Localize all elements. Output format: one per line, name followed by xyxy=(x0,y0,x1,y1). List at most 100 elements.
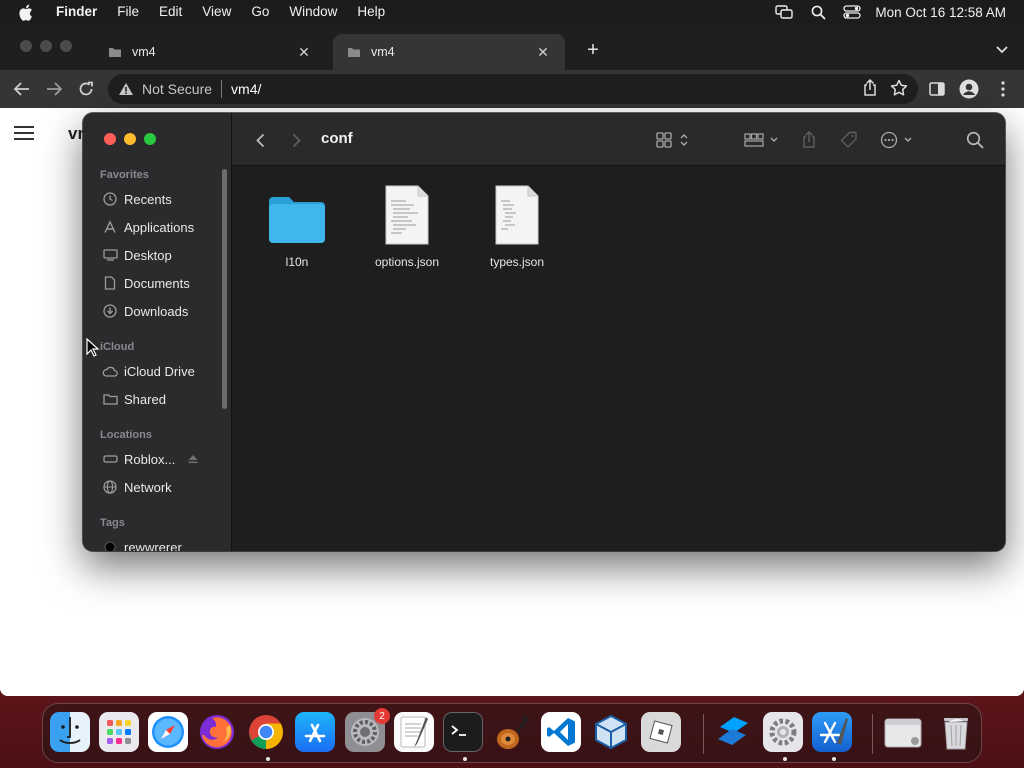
menu-go[interactable]: Go xyxy=(241,0,279,24)
menu-edit[interactable]: Edit xyxy=(149,0,192,24)
forward-arrow-icon[interactable] xyxy=(43,78,65,100)
finder-minimize-button[interactable] xyxy=(124,133,136,145)
warning-triangle-icon[interactable] xyxy=(118,81,136,97)
dock-firefox-icon[interactable] xyxy=(197,712,237,752)
dock-virtualbox-icon[interactable] xyxy=(591,712,631,752)
sidebar-item-label: rewwrerer xyxy=(124,539,182,552)
browser-tab[interactable]: vm4 ✕ xyxy=(94,34,326,70)
dock-chrome-icon[interactable] xyxy=(246,712,286,752)
finder-file-area[interactable]: l10n options.json types.json xyxy=(232,167,1005,551)
dock-downloads-stack-icon[interactable] xyxy=(883,712,923,752)
dock-garageband-icon[interactable] xyxy=(492,712,532,752)
spotlight-search-icon[interactable] xyxy=(801,0,835,24)
sidebar-item-tag[interactable]: rewwrerer xyxy=(102,536,222,551)
more-menu-icon[interactable] xyxy=(992,78,1014,100)
sidebar-item-label: Documents xyxy=(124,275,190,291)
sidebar-item-shared[interactable]: Shared xyxy=(102,388,222,410)
sidebar-section-favorites: Favorites xyxy=(100,169,149,181)
document-icon xyxy=(102,275,118,291)
search-icon[interactable] xyxy=(966,128,984,152)
dock-xcode-icon[interactable] xyxy=(812,712,852,752)
profile-avatar-icon[interactable] xyxy=(958,78,980,100)
sidebar-item-label: Network xyxy=(124,479,172,495)
folder-icon xyxy=(247,181,347,245)
menu-file[interactable]: File xyxy=(107,0,149,24)
dock-textedit-icon[interactable] xyxy=(394,712,434,752)
reload-icon[interactable] xyxy=(75,78,97,100)
folder-favicon-icon xyxy=(348,48,360,57)
globe-icon xyxy=(102,479,118,495)
dock-launchpad-icon[interactable] xyxy=(99,712,139,752)
sidebar-scrollbar[interactable] xyxy=(222,169,227,409)
sidebar-item-network[interactable]: Network xyxy=(102,476,222,498)
dock-terminal-icon[interactable] xyxy=(443,712,483,752)
new-tab-button[interactable]: + xyxy=(582,39,604,61)
sidebar-item-documents[interactable]: Documents xyxy=(102,272,222,294)
menu-bar: Finder File Edit View Go Window Help Mon… xyxy=(0,0,1024,24)
finder-close-button[interactable] xyxy=(104,133,116,145)
cloud-icon xyxy=(102,363,118,379)
security-status-label[interactable]: Not Secure xyxy=(142,81,212,97)
dock-settings-gear-icon[interactable] xyxy=(763,712,803,752)
mouse-cursor-icon xyxy=(86,338,100,357)
dock-vscode-icon[interactable] xyxy=(541,712,581,752)
file-item-document[interactable]: options.json xyxy=(357,181,457,269)
sidebar-item-desktop[interactable]: Desktop xyxy=(102,244,222,266)
dock-app-store-icon[interactable] xyxy=(295,712,335,752)
finder-zoom-button[interactable] xyxy=(144,133,156,145)
sidebar-item-roblox-disk[interactable]: Roblox... xyxy=(102,448,222,470)
tab-close-icon[interactable]: ✕ xyxy=(296,44,312,60)
browser-tab-active[interactable]: vm4 ✕ xyxy=(333,34,565,70)
menu-app-name[interactable]: Finder xyxy=(52,0,107,24)
forward-chevron-icon[interactable] xyxy=(285,129,307,151)
group-by-menu-icon[interactable] xyxy=(744,128,780,152)
screen-mirroring-icon[interactable] xyxy=(767,0,801,24)
dock-separator xyxy=(703,714,704,754)
control-center-icon[interactable] xyxy=(835,0,869,24)
sidebar-item-recents[interactable]: Recents xyxy=(102,188,222,210)
download-icon xyxy=(102,303,118,319)
tab-search-chevron-icon[interactable] xyxy=(992,40,1012,60)
back-arrow-icon[interactable] xyxy=(11,78,33,100)
dock-running-indicator xyxy=(266,757,270,761)
sidebar-item-icloud-drive[interactable]: iCloud Drive xyxy=(102,360,222,382)
icon-view-toggle-icon[interactable] xyxy=(656,128,692,152)
shared-folder-icon xyxy=(102,391,118,407)
share-icon[interactable] xyxy=(862,78,878,100)
apple-logo-icon[interactable] xyxy=(18,0,36,24)
window-zoom-button[interactable] xyxy=(60,40,72,52)
json-document-icon xyxy=(467,181,567,245)
tab-close-icon[interactable]: ✕ xyxy=(535,44,551,60)
file-item-document[interactable]: types.json xyxy=(467,181,567,269)
menu-help[interactable]: Help xyxy=(347,0,395,24)
dock-trash-icon[interactable] xyxy=(936,712,976,752)
window-close-button[interactable] xyxy=(20,40,32,52)
window-minimize-button[interactable] xyxy=(40,40,52,52)
finder-toolbar: conf xyxy=(232,113,1005,166)
folder-favicon-icon xyxy=(109,48,121,57)
sidebar-item-applications[interactable]: Applications xyxy=(102,216,222,238)
dock-roblox-studio-icon[interactable] xyxy=(713,712,753,752)
dock-safari-icon[interactable] xyxy=(148,712,188,752)
hamburger-menu-icon[interactable] xyxy=(14,126,34,140)
side-panel-icon[interactable] xyxy=(926,78,948,100)
share-icon[interactable] xyxy=(801,128,817,152)
sidebar-item-downloads[interactable]: Downloads xyxy=(102,300,222,322)
address-bar[interactable]: Not Secure vm4/ xyxy=(108,74,918,104)
eject-icon[interactable] xyxy=(187,454,199,464)
url-text[interactable]: vm4/ xyxy=(231,81,261,97)
more-actions-icon[interactable] xyxy=(880,128,916,152)
back-chevron-icon[interactable] xyxy=(249,129,271,151)
tag-icon[interactable] xyxy=(840,128,858,152)
dock-finder-icon[interactable] xyxy=(50,712,90,752)
sidebar-item-label: Applications xyxy=(124,219,195,235)
disk-icon xyxy=(102,451,118,467)
bookmark-star-icon[interactable] xyxy=(890,79,908,100)
menu-view[interactable]: View xyxy=(192,0,241,24)
sidebar-section-tags: Tags xyxy=(100,517,125,529)
menu-clock[interactable]: Mon Oct 16 12:58 AM xyxy=(869,5,1024,20)
file-name: types.json xyxy=(489,255,545,269)
menu-window[interactable]: Window xyxy=(279,0,347,24)
dock-roblox-icon[interactable] xyxy=(641,712,681,752)
file-item-folder[interactable]: l10n xyxy=(247,181,347,269)
